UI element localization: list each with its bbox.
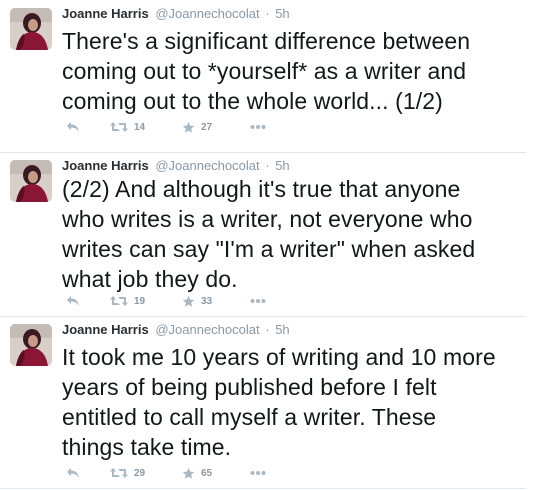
retweet-button[interactable]: 19 — [110, 292, 145, 310]
author-fullname[interactable]: Joanne Harris — [62, 158, 149, 173]
retweet-button[interactable]: 14 — [110, 118, 145, 136]
favorite-count: 65 — [201, 467, 213, 479]
more-button[interactable] — [250, 118, 266, 136]
more-button[interactable] — [250, 292, 266, 310]
tweet-header: Joanne Harris @Joannechocolat · 5h — [62, 6, 290, 22]
tweet-text: (2/2) And although it's true that anyone… — [62, 176, 476, 292]
separator-dot: · — [265, 6, 270, 21]
retweet-icon — [110, 467, 128, 479]
retweet-count: 29 — [134, 467, 146, 479]
reply-button[interactable] — [66, 464, 80, 482]
author-username[interactable]: @Joannechocolat — [155, 158, 259, 173]
favorite-count: 33 — [201, 295, 213, 307]
tweet-header: Joanne Harris @Joannechocolat · 5h — [62, 158, 290, 174]
reply-icon — [66, 121, 80, 133]
favorite-count: 27 — [201, 121, 213, 133]
retweet-icon — [110, 295, 128, 307]
favorite-button[interactable]: 27 — [182, 118, 212, 136]
reply-icon — [66, 467, 80, 479]
tweet-1[interactable]: Joanne Harris @Joannechocolat · 5h There… — [0, 0, 526, 153]
author-username[interactable]: @Joannechocolat — [155, 322, 259, 337]
separator-dot: · — [265, 158, 270, 173]
more-dots-icon — [250, 298, 266, 304]
retweet-icon — [110, 121, 128, 133]
reply-button[interactable] — [66, 118, 80, 136]
author-fullname[interactable]: Joanne Harris — [62, 322, 149, 337]
tweet-text: There's a significant difference between… — [62, 28, 471, 114]
more-dots-icon — [250, 124, 266, 130]
more-button[interactable] — [250, 464, 266, 482]
tweet-timestamp[interactable]: 5h — [275, 322, 289, 337]
star-icon — [182, 295, 195, 308]
star-icon — [182, 467, 195, 480]
retweet-count: 19 — [134, 295, 146, 307]
retweet-count: 14 — [134, 121, 146, 133]
reply-icon — [66, 295, 80, 307]
avatar[interactable] — [10, 324, 52, 366]
author-username[interactable]: @Joannechocolat — [155, 6, 259, 21]
tweet-header: Joanne Harris @Joannechocolat · 5h — [62, 322, 290, 338]
separator-dot: · — [265, 322, 270, 337]
tweet-timestamp[interactable]: 5h — [275, 6, 289, 21]
retweet-button[interactable]: 29 — [110, 464, 145, 482]
tweet-3[interactable]: Joanne Harris @Joannechocolat · 5h It to… — [0, 316, 526, 489]
favorite-button[interactable]: 33 — [182, 292, 212, 310]
reply-button[interactable] — [66, 292, 80, 310]
author-fullname[interactable]: Joanne Harris — [62, 6, 149, 21]
tweet-timestamp[interactable]: 5h — [275, 158, 289, 173]
tweet-text: It took me 10 years of writing and 10 mo… — [62, 344, 496, 460]
avatar[interactable] — [10, 160, 52, 202]
tweet-2[interactable]: Joanne Harris @Joannechocolat · 5h (2/2)… — [0, 152, 526, 317]
star-icon — [182, 121, 195, 134]
more-dots-icon — [250, 470, 266, 476]
tweet-timeline: Joanne Harris @Joannechocolat · 5h There… — [0, 0, 526, 490]
avatar[interactable] — [10, 8, 52, 50]
favorite-button[interactable]: 65 — [182, 464, 212, 482]
